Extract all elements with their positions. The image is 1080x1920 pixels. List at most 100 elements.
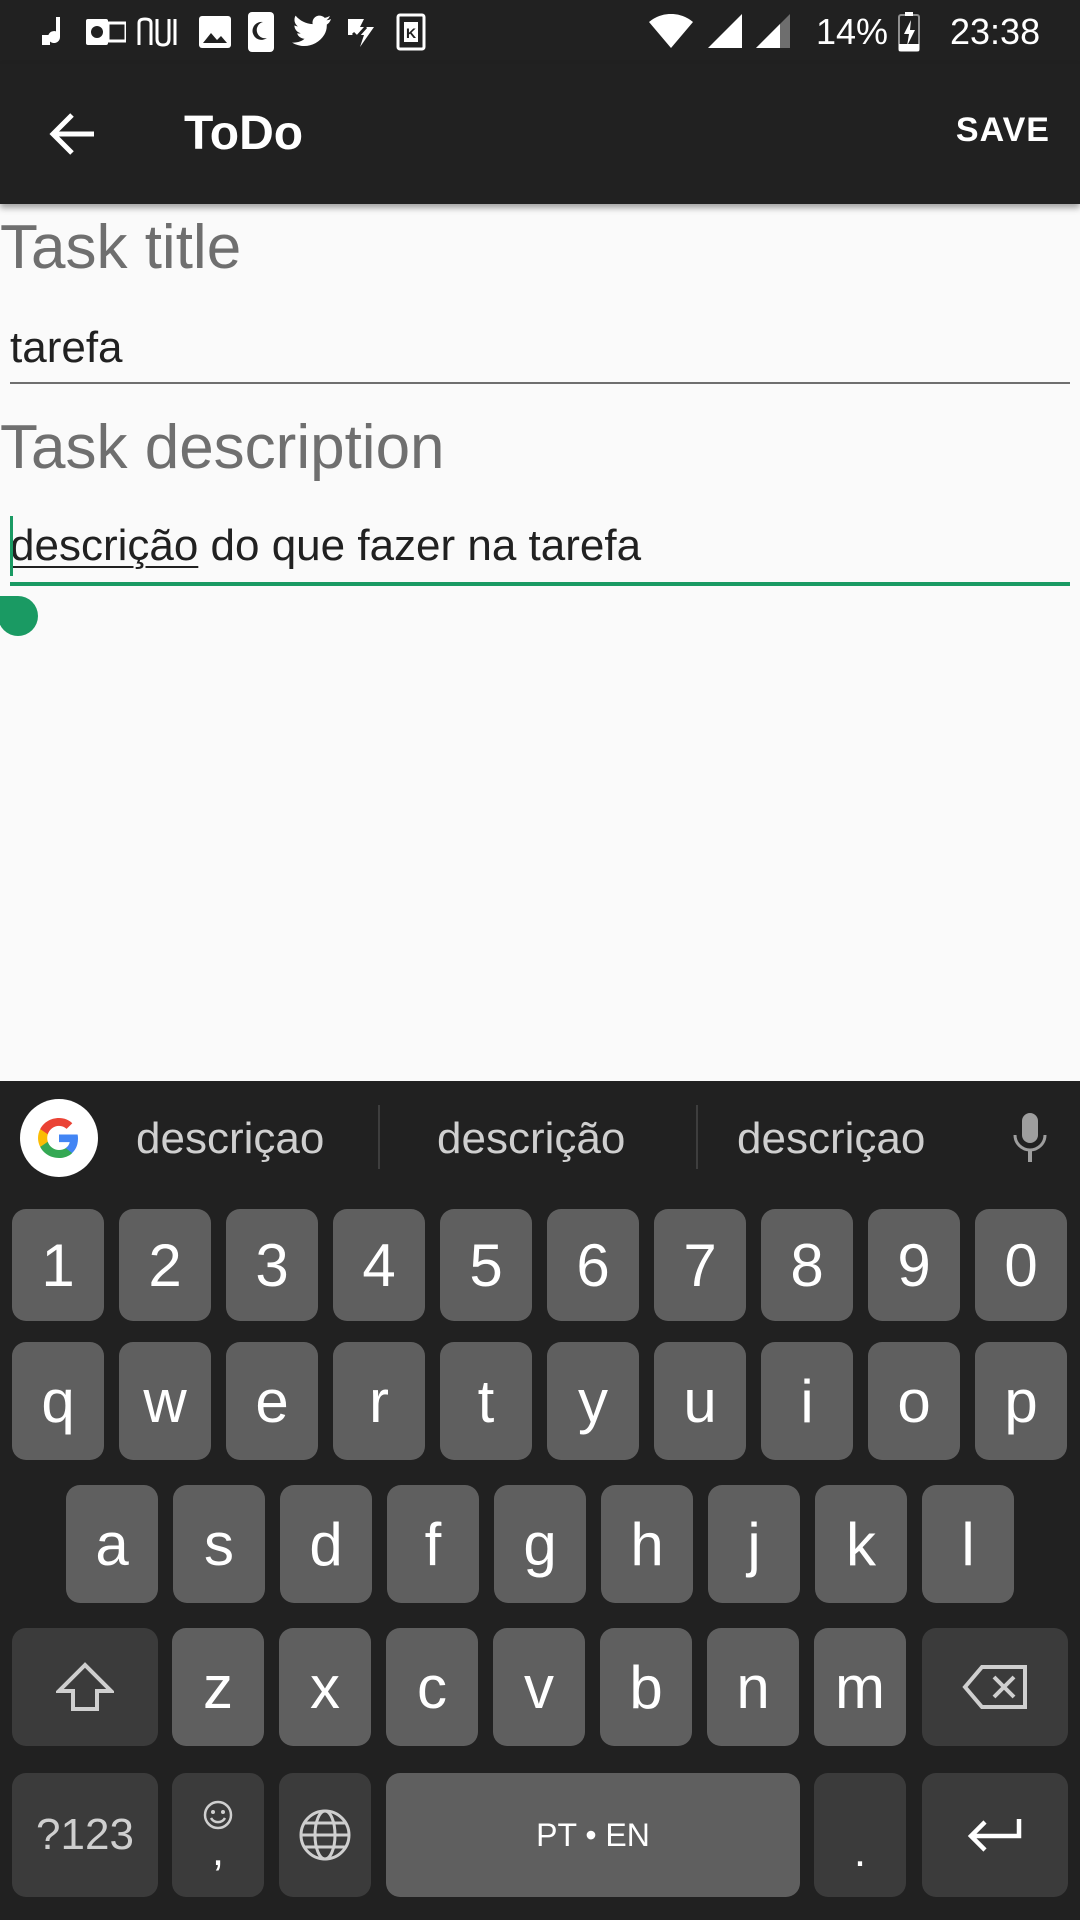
key-a[interactable]: a <box>66 1485 158 1603</box>
suggestion-divider <box>696 1105 698 1169</box>
globe-icon <box>299 1809 351 1861</box>
key-8[interactable]: 8 <box>761 1209 853 1321</box>
key-6[interactable]: 6 <box>547 1209 639 1321</box>
suggestion-3[interactable]: descriçao <box>737 1111 925 1167</box>
key-label: c <box>417 1653 447 1721</box>
key-label: r <box>369 1367 389 1435</box>
key-label: h <box>630 1510 664 1578</box>
check-app-icon <box>344 12 378 52</box>
key-0[interactable]: 0 <box>975 1209 1067 1321</box>
key-4[interactable]: 4 <box>333 1209 425 1321</box>
enter-icon <box>967 1819 1022 1852</box>
task-description-input[interactable]: descrição do que fazer na tarefa <box>10 518 1070 574</box>
twitter-icon <box>290 12 332 52</box>
key-5[interactable]: 5 <box>440 1209 532 1321</box>
key-l[interactable]: l <box>922 1485 1014 1603</box>
wifi-icon <box>648 12 694 52</box>
suggestion-2[interactable]: descrição <box>437 1111 625 1167</box>
key-f[interactable]: f <box>387 1485 479 1603</box>
k-app-icon: K <box>396 12 426 52</box>
app-bar: ToDo SAVE <box>0 64 1080 204</box>
key-k[interactable]: k <box>815 1485 907 1603</box>
key-3[interactable]: 3 <box>226 1209 318 1321</box>
symbols-key[interactable]: ?123 <box>12 1773 158 1897</box>
language-key[interactable] <box>279 1773 371 1897</box>
save-button[interactable]: SAVE <box>956 108 1050 152</box>
emoji-comma-key[interactable]: , <box>172 1773 264 1897</box>
key-e[interactable]: e <box>226 1342 318 1460</box>
key-i[interactable]: i <box>761 1342 853 1460</box>
text-cursor <box>10 516 13 576</box>
key-w[interactable]: w <box>119 1342 211 1460</box>
key-label: s <box>204 1510 234 1578</box>
key-label: x <box>310 1653 340 1721</box>
suggestion-1[interactable]: descriçao <box>136 1111 324 1167</box>
battery-charging-icon <box>898 12 920 52</box>
key-1[interactable]: 1 <box>12 1209 104 1321</box>
key-label: 9 <box>897 1231 931 1299</box>
key-label: i <box>800 1367 814 1435</box>
task-title-input[interactable]: tarefa <box>10 320 1070 376</box>
outlook-icon <box>86 12 126 52</box>
misspelled-word[interactable]: descrição <box>10 521 198 570</box>
battery-percent: 14% <box>816 11 889 52</box>
key-m[interactable]: m <box>814 1628 906 1746</box>
key-z[interactable]: z <box>172 1628 264 1746</box>
key-b[interactable]: b <box>600 1628 692 1746</box>
key-o[interactable]: o <box>868 1342 960 1460</box>
task-title-underline <box>10 382 1070 384</box>
key-p[interactable]: p <box>975 1342 1067 1460</box>
space-key[interactable]: PT • EN <box>386 1773 800 1897</box>
music-notification-icon <box>40 12 72 52</box>
key-label: 6 <box>576 1231 610 1299</box>
description-text: do que fazer na tarefa <box>198 521 642 570</box>
key-v[interactable]: v <box>493 1628 585 1746</box>
key-j[interactable]: j <box>708 1485 800 1603</box>
gallery-icon <box>198 12 232 52</box>
task-title-label: Task title <box>0 213 242 282</box>
shift-icon <box>56 1662 114 1711</box>
key-2[interactable]: 2 <box>119 1209 211 1321</box>
key-n[interactable]: n <box>707 1628 799 1746</box>
cursor-handle[interactable] <box>0 596 38 636</box>
emoji-icon <box>203 1800 233 1830</box>
key-label: l <box>961 1510 975 1578</box>
svg-text:K: K <box>406 25 416 41</box>
enter-key[interactable] <box>922 1773 1068 1897</box>
key-label: p <box>1004 1367 1038 1435</box>
key-label: m <box>835 1653 885 1721</box>
task-description-underline <box>10 582 1070 586</box>
backspace-key[interactable] <box>922 1628 1068 1746</box>
key-9[interactable]: 9 <box>868 1209 960 1321</box>
key-7[interactable]: 7 <box>654 1209 746 1321</box>
key-label: w <box>143 1367 187 1435</box>
back-button[interactable] <box>30 102 114 166</box>
microphone-icon[interactable] <box>1010 1111 1050 1172</box>
phone-moon-icon <box>248 12 274 52</box>
key-g[interactable]: g <box>494 1485 586 1603</box>
key-d[interactable]: d <box>280 1485 372 1603</box>
key-label: j <box>747 1510 761 1578</box>
key-label: b <box>629 1653 663 1721</box>
key-q[interactable]: q <box>12 1342 104 1460</box>
key-label: q <box>41 1367 75 1435</box>
key-u[interactable]: u <box>654 1342 746 1460</box>
google-logo-icon[interactable] <box>20 1099 98 1177</box>
key-r[interactable]: r <box>333 1342 425 1460</box>
shift-key[interactable] <box>12 1628 158 1746</box>
key-t[interactable]: t <box>440 1342 532 1460</box>
key-label: k <box>846 1510 876 1578</box>
key-label: 5 <box>469 1231 503 1299</box>
key-c[interactable]: c <box>386 1628 478 1746</box>
key-s[interactable]: s <box>173 1485 265 1603</box>
backspace-icon <box>962 1665 1027 1709</box>
period-key[interactable]: . <box>814 1773 906 1897</box>
key-label: 0 <box>1004 1231 1038 1299</box>
key-y[interactable]: y <box>547 1342 639 1460</box>
key-label: d <box>309 1510 343 1578</box>
key-x[interactable]: x <box>279 1628 371 1746</box>
key-h[interactable]: h <box>601 1485 693 1603</box>
key-label: n <box>736 1653 770 1721</box>
key-label: o <box>897 1367 931 1435</box>
nubank-icon <box>136 12 182 52</box>
